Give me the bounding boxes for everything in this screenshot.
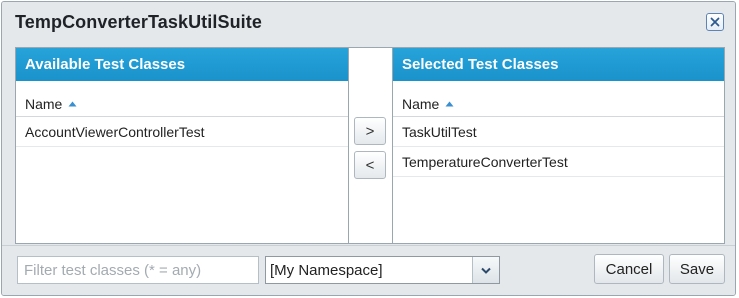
available-test-classes-panel: Available Test Classes Name AccountViewe… xyxy=(15,47,349,244)
selected-panel-header: Selected Test Classes xyxy=(393,48,724,81)
dropdown-button[interactable] xyxy=(472,257,499,283)
selected-test-classes-panel: Selected Test Classes Name TaskUtilTest … xyxy=(392,47,725,244)
title-bar[interactable]: TempConverterTaskUtilSuite xyxy=(2,2,735,42)
filter-test-classes-input[interactable] xyxy=(17,256,259,284)
column-label: Name xyxy=(402,95,440,112)
namespace-selected-value: [My Namespace] xyxy=(270,262,383,279)
remove-from-selected-button[interactable]: < xyxy=(354,151,386,179)
cancel-button[interactable]: Cancel xyxy=(594,254,664,284)
transfer-controls: > < xyxy=(349,47,392,244)
sort-ascending-icon xyxy=(445,101,454,107)
selected-name-column-header[interactable]: Name xyxy=(393,81,724,117)
dialog: TempConverterTaskUtilSuite Available Tes… xyxy=(1,1,736,296)
dialog-title: TempConverterTaskUtilSuite xyxy=(15,12,262,32)
bottom-toolbar: [My Namespace] Cancel Save xyxy=(2,245,735,295)
namespace-select[interactable]: [My Namespace] xyxy=(265,256,500,284)
close-button[interactable] xyxy=(706,13,724,31)
available-name-column-header[interactable]: Name xyxy=(16,81,348,117)
available-panel-header: Available Test Classes xyxy=(16,48,348,81)
close-icon xyxy=(710,17,720,27)
add-to-selected-button[interactable]: > xyxy=(354,117,386,145)
save-button[interactable]: Save xyxy=(669,254,725,284)
list-item[interactable]: AccountViewerControllerTest xyxy=(16,117,348,147)
list-item[interactable]: TemperatureConverterTest xyxy=(393,147,724,177)
chevron-down-icon xyxy=(481,267,491,274)
list-item[interactable]: TaskUtilTest xyxy=(393,117,724,147)
column-label: Name xyxy=(25,95,63,112)
sort-ascending-icon xyxy=(68,101,77,107)
